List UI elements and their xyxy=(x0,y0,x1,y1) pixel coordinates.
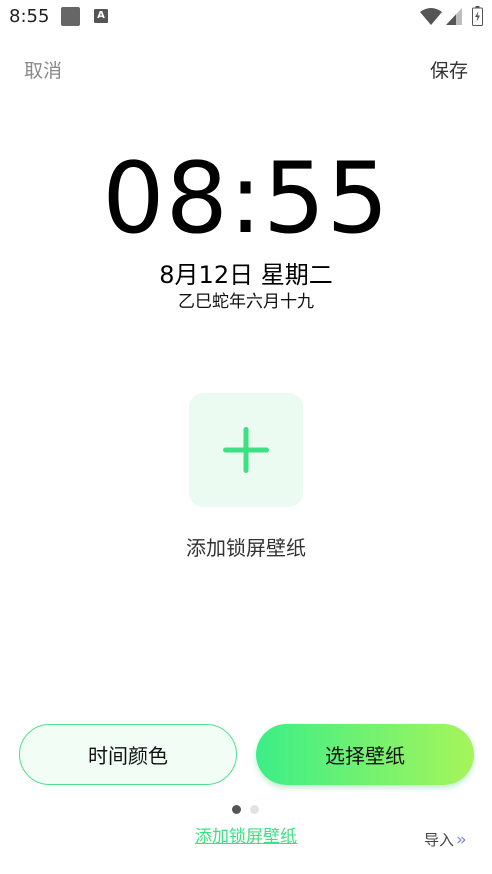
battery-icon xyxy=(472,6,483,26)
clock-lunar-date: 乙巳蛇年六月十九 xyxy=(178,292,314,312)
save-button[interactable]: 保存 xyxy=(430,56,468,83)
import-label: 导入 xyxy=(424,831,455,849)
plus-icon xyxy=(223,427,269,473)
add-wallpaper-label: 添加锁屏壁纸 xyxy=(186,536,306,560)
page-indicator-dot-active xyxy=(232,805,241,814)
status-bar: 8:55 A xyxy=(0,0,492,34)
page-indicator-dot xyxy=(250,805,259,814)
add-wallpaper-tile[interactable] xyxy=(189,393,303,507)
cancel-button[interactable]: 取消 xyxy=(24,56,62,83)
time-color-button[interactable]: 时间颜色 xyxy=(19,724,237,785)
choose-wallpaper-label: 选择壁纸 xyxy=(325,744,405,768)
clock-time: 08:55 xyxy=(102,142,390,256)
signal-icon xyxy=(446,8,462,25)
status-time: 8:55 xyxy=(9,6,50,27)
lock-screen-wallpaper-editor: 8:55 A 取消 保存 08:55 8月12日 星期二 乙巳蛇年六月十九 添加… xyxy=(0,0,492,874)
double-chevron-right-icon: ›› xyxy=(456,829,466,850)
notification-square-icon xyxy=(61,7,80,26)
add-wallpaper-link[interactable]: 添加锁屏壁纸 xyxy=(0,822,492,847)
clock-date: 8月12日 星期二 xyxy=(159,261,333,289)
time-color-label: 时间颜色 xyxy=(88,744,168,768)
choose-wallpaper-button[interactable]: 选择壁纸 xyxy=(256,724,474,785)
app-notification-icon: A xyxy=(94,9,108,23)
wifi-icon xyxy=(420,8,442,25)
import-button[interactable]: 导入 ›› xyxy=(424,829,466,850)
